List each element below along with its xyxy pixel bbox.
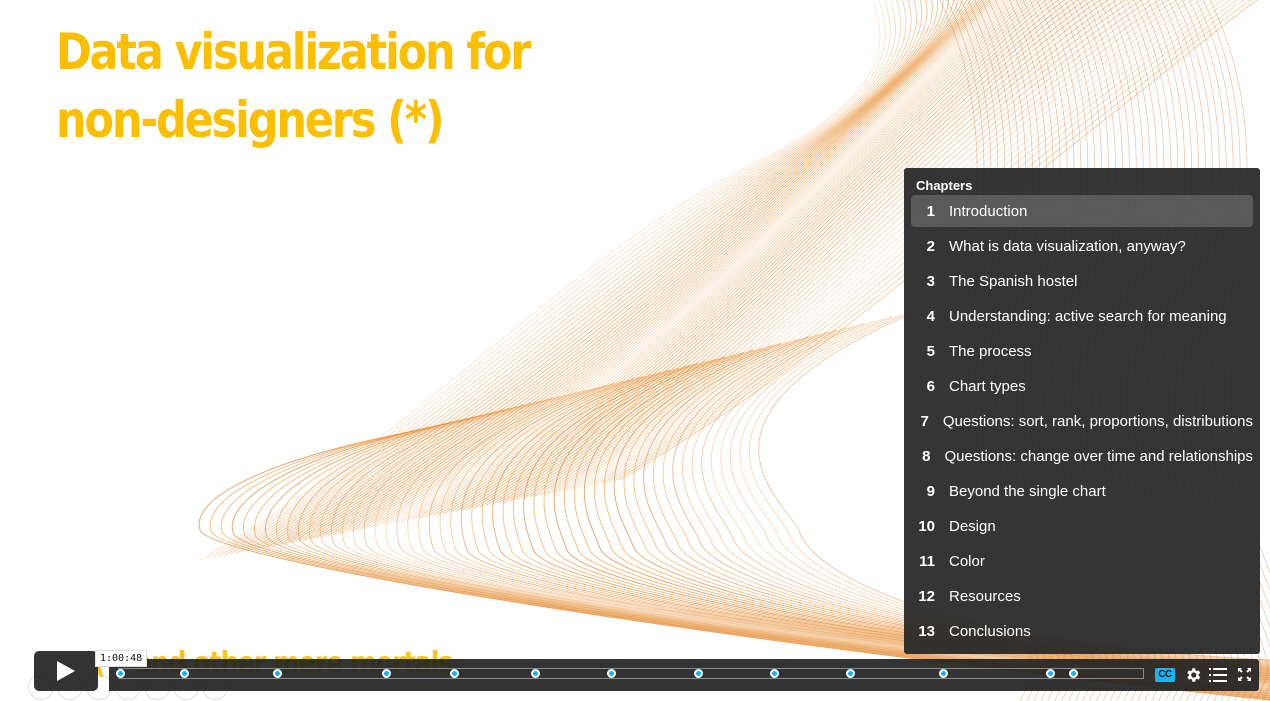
chapter-label: Chart types — [949, 377, 1026, 395]
chapter-marker[interactable] — [382, 669, 392, 678]
chapter-marker[interactable] — [769, 669, 779, 678]
captions-button[interactable]: CC — [1155, 668, 1175, 682]
chapter-number: 8 — [922, 447, 931, 465]
chapters-heading: Chapters — [916, 178, 973, 193]
chapter-item[interactable]: 6 Chart types — [911, 370, 1253, 402]
chapter-item[interactable]: 10 Design — [911, 510, 1253, 542]
chapter-item[interactable]: 11 Color — [911, 545, 1253, 577]
chapter-marker[interactable] — [1045, 669, 1055, 678]
chapter-number: 1 — [926, 202, 935, 220]
chapter-number: 10 — [918, 517, 935, 535]
chapter-label: Questions: sort, rank, proportions, dist… — [942, 412, 1253, 430]
play-button[interactable] — [34, 651, 98, 691]
chapter-label: Beyond the single chart — [949, 482, 1106, 500]
fullscreen-icon[interactable] — [1238, 668, 1251, 681]
chapter-number: 3 — [926, 272, 935, 290]
chapter-item[interactable]: 2 What is data visualization, anyway? — [911, 230, 1253, 262]
gear-icon[interactable] — [1184, 666, 1202, 684]
track-end — [1143, 668, 1144, 679]
control-bar: CC — [109, 659, 1259, 691]
chapter-item[interactable]: 8 Questions: change over time and relatio… — [911, 440, 1253, 472]
slide-title-line-1: Data visualization for — [56, 23, 532, 81]
chapter-label: Color — [949, 552, 985, 570]
hover-time-tooltip: 1:00:48 — [95, 650, 148, 667]
chapter-label: The process — [949, 342, 1032, 360]
chapter-marker[interactable] — [845, 669, 855, 678]
chapter-label: What is data visualization, anyway? — [949, 237, 1186, 255]
chapter-number: 12 — [918, 587, 935, 605]
chapter-number: 13 — [918, 622, 935, 640]
chapter-number: 6 — [926, 377, 935, 395]
chapter-marker[interactable] — [693, 669, 703, 678]
chapter-item[interactable]: 7 Questions: sort, rank, proportions, dis… — [911, 405, 1254, 437]
chapter-marker[interactable] — [116, 669, 125, 678]
chapter-number: 5 — [926, 342, 935, 360]
chapters-list-icon[interactable] — [1209, 667, 1227, 683]
slide-title: Data visualization for non-designers (*) — [56, 18, 532, 154]
chapter-number: 7 — [920, 412, 929, 430]
chapters-panel: Chapters 1 Introduction 2 What is data visu… — [904, 168, 1260, 654]
chapter-item[interactable]: 5 The process — [911, 335, 1253, 367]
chapter-label: Understanding: active search for meaning — [949, 307, 1227, 325]
video-frame[interactable]: Data visualization for non-designers (*)… — [0, 0, 1270, 701]
chapter-item[interactable]: 1 Introduction — [911, 195, 1253, 227]
chapter-number: 9 — [926, 482, 935, 500]
slide-title-line-2: non-designers (*) — [56, 91, 445, 149]
chapter-label: The Spanish hostel — [949, 272, 1078, 290]
chapter-item[interactable]: 3 The Spanish hostel — [911, 265, 1253, 297]
progress-track[interactable] — [118, 668, 1144, 679]
chapter-label: Questions: change over time and relation… — [944, 447, 1253, 465]
chapter-marker[interactable] — [938, 669, 948, 678]
chapter-label: Conclusions — [949, 622, 1031, 640]
play-icon — [57, 661, 75, 681]
chapter-item[interactable]: 4 Understanding: active search for meanin… — [911, 300, 1253, 332]
chapter-marker[interactable] — [606, 669, 616, 678]
chapter-item[interactable]: 9 Beyond the single chart — [911, 475, 1253, 507]
chapter-item[interactable]: 13 Conclusions — [911, 615, 1253, 647]
chapter-label: Design — [949, 517, 996, 535]
chapter-label: Introduction — [949, 202, 1028, 220]
chapter-number: 4 — [926, 307, 935, 325]
chapter-list: 1 Introduction 2 What is data visualization… — [911, 195, 1253, 647]
chapter-label: Resources — [949, 587, 1021, 605]
chapter-item[interactable]: 12 Resources — [911, 580, 1253, 612]
chapter-number: 11 — [919, 552, 935, 570]
chapter-number: 2 — [926, 237, 935, 255]
